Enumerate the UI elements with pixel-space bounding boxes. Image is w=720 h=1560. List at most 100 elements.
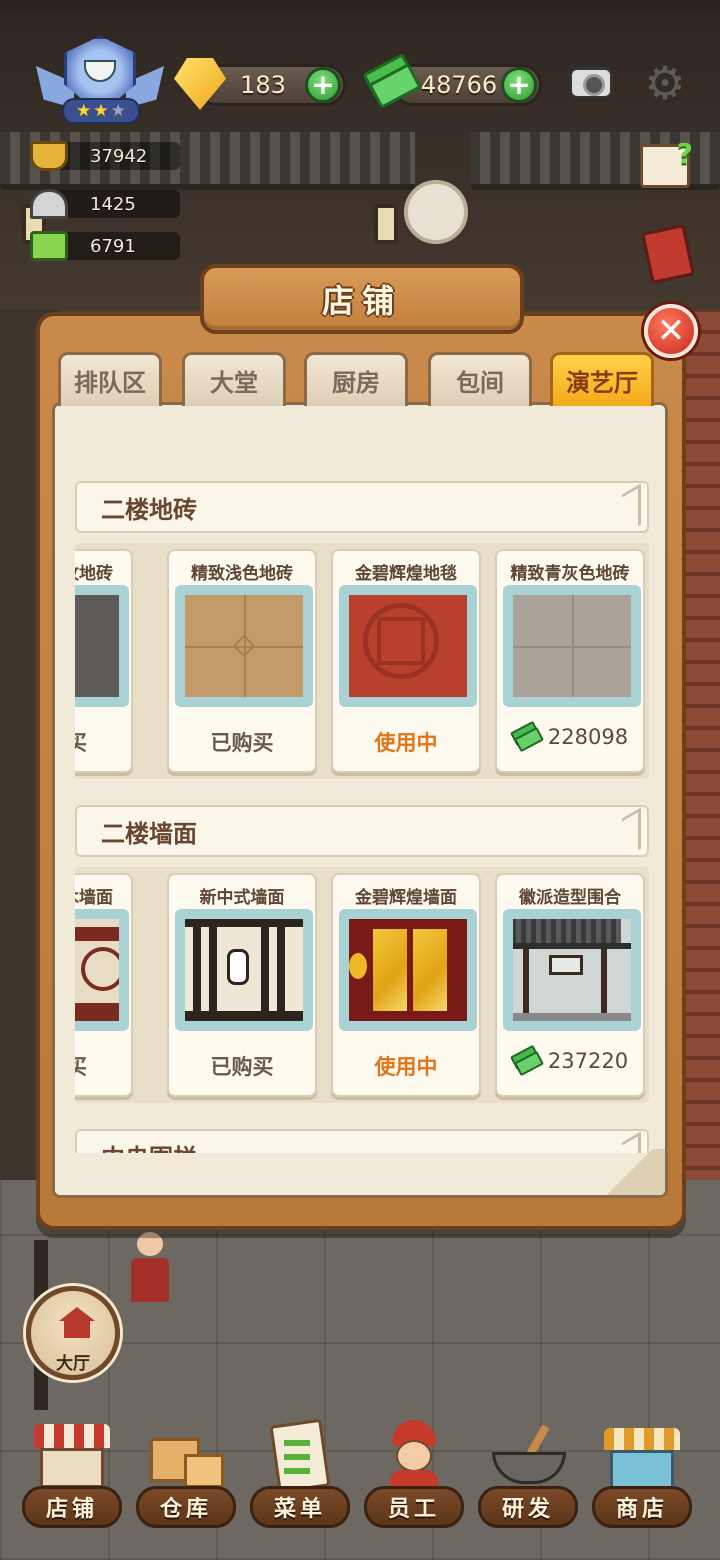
stat-menu: 6791	[30, 230, 180, 262]
cloche-icon	[30, 189, 68, 219]
nav-warehouse[interactable]: 仓库	[130, 1410, 242, 1540]
star-icon: ★	[110, 100, 126, 121]
item-card[interactable]: 精致浅色地砖 已购买	[167, 549, 317, 773]
camera-button[interactable]	[566, 58, 616, 108]
item-card[interactable]: 精致青灰色地砖 228098	[495, 549, 645, 773]
tab-label: 厨房	[332, 369, 380, 397]
item-card[interactable]: 徽派造型围合 237220	[495, 873, 645, 1097]
hotpot-icon	[30, 141, 68, 171]
price-value: 237220	[547, 1049, 629, 1073]
item-status: 已购买	[210, 731, 274, 755]
cash-icon	[509, 1044, 544, 1077]
house-icon	[59, 1307, 95, 1339]
floor-tile-carousel[interactable]: 纹地砖 购买 精致浅色地砖 已购买 金碧辉煌地毯 使用中 精致青灰色地砖 228…	[75, 543, 649, 779]
item-name: 新中式墙面	[199, 888, 285, 908]
item-thumbnail	[175, 585, 313, 707]
price-value: 228098	[547, 725, 629, 749]
area-tabs: 排队区 大堂 厨房 包间 演艺厅	[58, 352, 658, 406]
help-book-button[interactable]: ?	[640, 137, 693, 188]
item-price[interactable]: 228098	[497, 720, 643, 753]
nav-label: 商店	[592, 1486, 692, 1528]
tab-kitchen[interactable]: 厨房	[304, 352, 408, 406]
item-status: 购买	[75, 1051, 131, 1081]
close-button[interactable]: ✕	[644, 304, 698, 358]
nav-store[interactable]: 商店	[586, 1410, 698, 1540]
gem-amount: 183	[240, 71, 286, 99]
tab-performance-hall[interactable]: 演艺厅	[550, 352, 654, 406]
settings-button[interactable]: ⚙	[640, 58, 690, 108]
stat-value: 6791	[90, 235, 136, 257]
item-status-in-use: 使用中	[374, 1055, 438, 1079]
item-card[interactable]: 金碧辉煌墙面 使用中	[331, 873, 481, 1097]
star-icon: ★	[76, 100, 92, 121]
item-thumbnail	[339, 909, 477, 1031]
stat-value: 37942	[90, 145, 148, 167]
question-mark-icon: ?	[676, 137, 693, 170]
tab-lobby[interactable]: 大堂	[182, 352, 286, 406]
nav-label: 菜单	[250, 1486, 350, 1528]
add-cash-button[interactable]: +	[501, 67, 537, 103]
top-hud: ★ ★ ★ 183 + 48766 + ⚙ 37942 1425 6791 ?	[0, 0, 720, 262]
item-price[interactable]: 237220	[497, 1044, 643, 1077]
item-status: 已购买	[210, 1055, 274, 1079]
hall-button-label: 大厅	[56, 1354, 90, 1374]
section-header-floor-tiles: 二楼地砖	[75, 481, 649, 533]
star-icon: ★	[93, 100, 109, 121]
close-icon: ✕	[656, 311, 686, 351]
gear-icon: ⚙	[644, 56, 686, 110]
tab-private-room[interactable]: 包间	[428, 352, 532, 406]
shop-item-list[interactable]: 二楼地砖 纹地砖 购买 精致浅色地砖 已购买 金碧辉煌地毯 使用中 精致青灰色地…	[52, 402, 668, 1198]
stat-cloche: 1425	[30, 188, 180, 220]
item-thumbnail	[503, 909, 641, 1031]
item-name: 徽派造型围合	[519, 888, 621, 908]
item-name: 木墙面	[75, 888, 113, 908]
item-name: 精致浅色地砖	[191, 564, 293, 584]
restaurant-rank-badge[interactable]: ★ ★ ★	[36, 36, 164, 128]
item-name: 精致青灰色地砖	[510, 564, 630, 584]
item-thumbnail	[503, 585, 641, 707]
add-gems-button[interactable]: +	[305, 67, 341, 103]
item-card[interactable]: 金碧辉煌地毯 使用中	[331, 549, 481, 773]
cash-icon	[509, 720, 544, 753]
item-card[interactable]: 新中式墙面 已购买	[167, 873, 317, 1097]
right-wall	[680, 310, 720, 1210]
camera-icon	[569, 67, 613, 99]
nav-label: 研发	[478, 1486, 578, 1528]
wall-carousel[interactable]: 木墙面 购买 新中式墙面 已购买 金碧辉煌墙面 使用中 徽派造型围合 23722…	[75, 867, 649, 1103]
item-card[interactable]: 纹地砖 购买	[75, 549, 133, 773]
nav-menu[interactable]: 菜单	[244, 1410, 356, 1540]
nav-label: 仓库	[136, 1486, 236, 1528]
cash-icon	[362, 52, 422, 110]
page-curl-decoration	[595, 1149, 665, 1195]
tab-label: 包间	[456, 369, 504, 397]
tab-queue-area[interactable]: 排队区	[58, 352, 162, 406]
nav-research[interactable]: 研发	[472, 1410, 584, 1540]
item-thumbnail	[75, 585, 129, 707]
section-header-walls: 二楼墙面	[75, 805, 649, 857]
tab-label: 演艺厅	[566, 369, 638, 397]
item-thumbnail	[75, 909, 129, 1031]
waiter-character[interactable]	[128, 1232, 172, 1302]
tab-label: 排队区	[74, 369, 146, 397]
nav-shop[interactable]: 店铺	[16, 1410, 128, 1540]
item-status: 购买	[75, 727, 131, 757]
panel-title: 店铺	[321, 282, 402, 320]
nav-staff[interactable]: 员工	[358, 1410, 470, 1540]
item-thumbnail	[339, 585, 477, 707]
stat-value: 1425	[90, 193, 136, 215]
panel-title-plate: 店铺	[200, 264, 524, 334]
hall-button[interactable]: 大厅	[26, 1286, 120, 1380]
section-title: 二楼地砖	[101, 495, 197, 524]
nav-label: 员工	[364, 1486, 464, 1528]
item-name: 纹地砖	[75, 564, 113, 584]
cash-amount: 48766	[420, 71, 498, 99]
section-title: 二楼墙面	[101, 819, 197, 848]
item-status-in-use: 使用中	[374, 731, 438, 755]
rank-stars: ★ ★ ★	[62, 98, 140, 124]
nav-label: 店铺	[22, 1486, 122, 1528]
stat-hotpot: 37942	[30, 140, 180, 172]
item-card[interactable]: 木墙面 购买	[75, 873, 133, 1097]
menu-card-icon	[30, 231, 68, 261]
list-fade-bottom	[55, 1153, 665, 1195]
item-thumbnail	[175, 909, 313, 1031]
